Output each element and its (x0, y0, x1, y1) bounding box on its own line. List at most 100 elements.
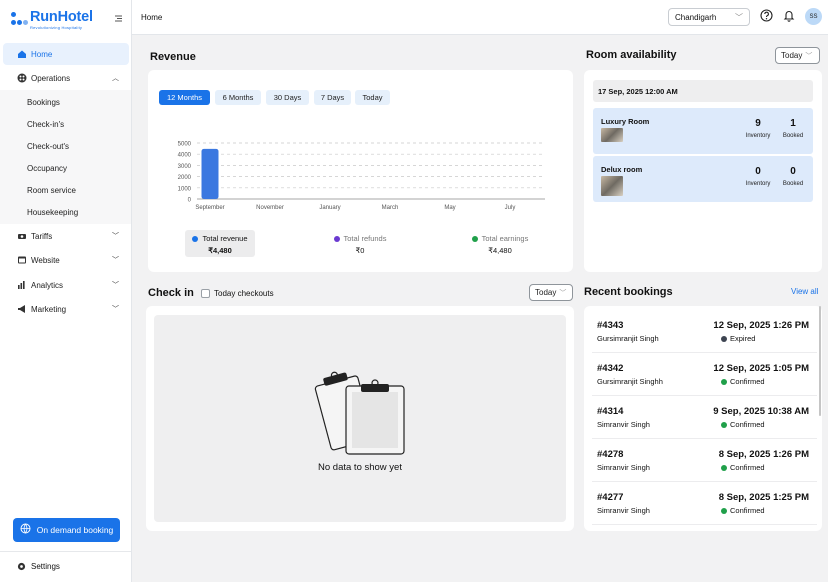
inventory-count: 9 (755, 118, 761, 129)
availability-date-filter[interactable]: Today ﹀ (775, 47, 820, 64)
status-dot (721, 335, 727, 342)
today-checkouts-checkbox[interactable] (201, 289, 210, 298)
booked-label: Booked (782, 181, 804, 187)
submenu-item-check-ins[interactable]: Check-in's (27, 120, 64, 129)
status-dot (721, 464, 727, 471)
sidebar-item-home[interactable]: Home (3, 43, 129, 65)
booking-row[interactable]: #4278 Simranvir Singh 8 Sep, 2025 1:26 PM C… (592, 439, 817, 482)
status-badge: Confirmed (721, 420, 781, 429)
app-logo[interactable]: RunHotel Revolutionizing Hospitality (11, 10, 93, 30)
on-demand-booking-label: On demand booking (36, 525, 114, 535)
room-card[interactable]: Luxury Room 9 Inventory 1 Booked (593, 108, 813, 154)
check-in-date-filter[interactable]: Today ﹀ (529, 284, 573, 301)
sidebar-item-operations[interactable]: Operations ︿ (3, 67, 129, 89)
today-checkouts-label: Today checkouts (214, 289, 274, 298)
legend-value: ₹4,480 (208, 246, 232, 255)
logo-icon (11, 11, 28, 28)
status-dot (721, 421, 727, 428)
legend-label: Total earnings (481, 234, 529, 243)
on-demand-booking-button[interactable]: On demand booking (13, 518, 120, 542)
app-tagline: Revolutionizing Hospitality (30, 24, 83, 30)
sidebar-item-marketing[interactable]: Marketing ﹀ (3, 298, 129, 320)
y-tick-label: 1000 (178, 186, 192, 192)
revenue-bar (201, 148, 219, 199)
filter-7-days[interactable]: 7 Days (314, 90, 351, 105)
legend-value: ₹4,480 (488, 246, 512, 255)
status-badge: Confirmed (721, 463, 781, 472)
settings-link[interactable]: Settings (17, 562, 60, 571)
booking-id: #4314 (597, 406, 624, 417)
legend-label: Total revenue (202, 234, 248, 243)
filter-today[interactable]: Today (355, 90, 390, 105)
submenu-item-housekeeping[interactable]: Housekeeping (27, 208, 78, 217)
room-thumbnail (601, 128, 623, 142)
submenu-item-room-service[interactable]: Room service (27, 186, 76, 195)
booking-row[interactable]: #4277 Simranvir Singh 8 Sep, 2025 1:25 PM C… (592, 482, 817, 525)
empty-state-text: No data to show yet (318, 462, 402, 473)
status-badge: Confirmed (721, 377, 781, 386)
legend-total-earnings[interactable]: Total earnings ₹4,480 (462, 234, 538, 255)
recent-bookings-title: Recent bookings (584, 286, 673, 298)
status-label: Expired (730, 334, 756, 343)
filter-30-days[interactable]: 30 Days (266, 90, 309, 105)
chevron-down-icon: ﹀ (112, 282, 119, 289)
revenue-chart: 0 1000 2000 3000 4000 5000 September November Ja… (178, 142, 545, 211)
room-thumbnail (601, 176, 623, 196)
inventory-label: Inventory (745, 181, 771, 187)
status-label: Confirmed (730, 420, 765, 429)
breadcrumb: Home (141, 13, 163, 22)
x-tick-label: July (505, 205, 516, 211)
chevron-up-icon: ︿ (112, 75, 119, 82)
room-card[interactable]: Delux room 0 Inventory 0 Booked (593, 156, 813, 202)
x-tick-label: May (444, 205, 455, 211)
sidebar-item-label: Tariffs (31, 231, 53, 241)
bookings-scrollbar[interactable] (819, 306, 821, 416)
bell-icon[interactable] (783, 9, 795, 22)
submenu-item-bookings[interactable]: Bookings (27, 98, 60, 107)
avatar[interactable]: SS (805, 8, 822, 25)
filter-12-months[interactable]: 12 Months (159, 90, 210, 105)
x-tick-label: March (382, 205, 399, 211)
booking-id: #4343 (597, 320, 624, 331)
booking-date: 12 Sep, 2025 1:26 PM (713, 320, 809, 331)
status-label: Confirmed (730, 506, 765, 515)
submenu-item-occupancy[interactable]: Occupancy (27, 164, 67, 173)
filter-6-months[interactable]: 6 Months (215, 90, 261, 105)
x-tick-label: September (195, 205, 224, 211)
help-icon[interactable] (760, 9, 773, 22)
settings-label: Settings (31, 562, 60, 571)
inventory-label: Inventory (745, 133, 771, 139)
legend-dot (333, 236, 340, 243)
booking-date: 12 Sep, 2025 1:05 PM (713, 363, 809, 374)
booking-row[interactable]: #4314 Simranvir Singh 9 Sep, 2025 10:38 AM… (592, 396, 817, 439)
legend-total-refunds[interactable]: Total refunds ₹0 (322, 234, 398, 255)
collapse-sidebar-icon[interactable] (114, 14, 123, 23)
sidebar-item-website[interactable]: Website ﹀ (3, 249, 129, 271)
sidebar-item-tariffs[interactable]: Tariffs ﹀ (3, 225, 129, 247)
booked-count: 0 (790, 166, 796, 177)
booked-count: 1 (790, 118, 796, 129)
check-in-title: Check in (148, 287, 194, 299)
marketing-icon (17, 304, 27, 314)
status-dot (721, 507, 727, 514)
booking-id: #4277 (597, 492, 624, 503)
legend-total-revenue[interactable]: Total revenue ₹4,480 (185, 230, 255, 257)
booking-row[interactable]: #4343 Gursimranjit Singh 12 Sep, 2025 1:26… (592, 310, 817, 353)
chevron-down-icon: ﹀ (805, 53, 813, 60)
submenu-item-check-outs[interactable]: Check-out's (27, 142, 69, 151)
clipboard-icon (314, 366, 408, 458)
globe-icon (20, 523, 31, 537)
city-select[interactable]: Chandigarh ﹀ (668, 8, 750, 26)
inventory-count: 0 (755, 166, 761, 177)
filter-value: Today (781, 51, 803, 60)
y-tick-label: 2000 (178, 175, 192, 181)
guest-name: Simranvir Singh (597, 506, 650, 515)
booking-row[interactable]: #4342 Gursimranjit Singhh 12 Sep, 2025 1:0… (592, 353, 817, 396)
sidebar-item-analytics[interactable]: Analytics ﹀ (3, 274, 129, 296)
view-all-link[interactable]: View all (791, 287, 818, 296)
room-name: Delux room (601, 165, 643, 174)
operations-submenu: Bookings Check-in's Check-out's Occupanc… (0, 90, 131, 224)
sidebar-item-label: Operations (31, 73, 71, 83)
availability-datetime: 17 Sep, 2025 12:00 AM (593, 80, 813, 102)
home-icon (17, 49, 27, 59)
